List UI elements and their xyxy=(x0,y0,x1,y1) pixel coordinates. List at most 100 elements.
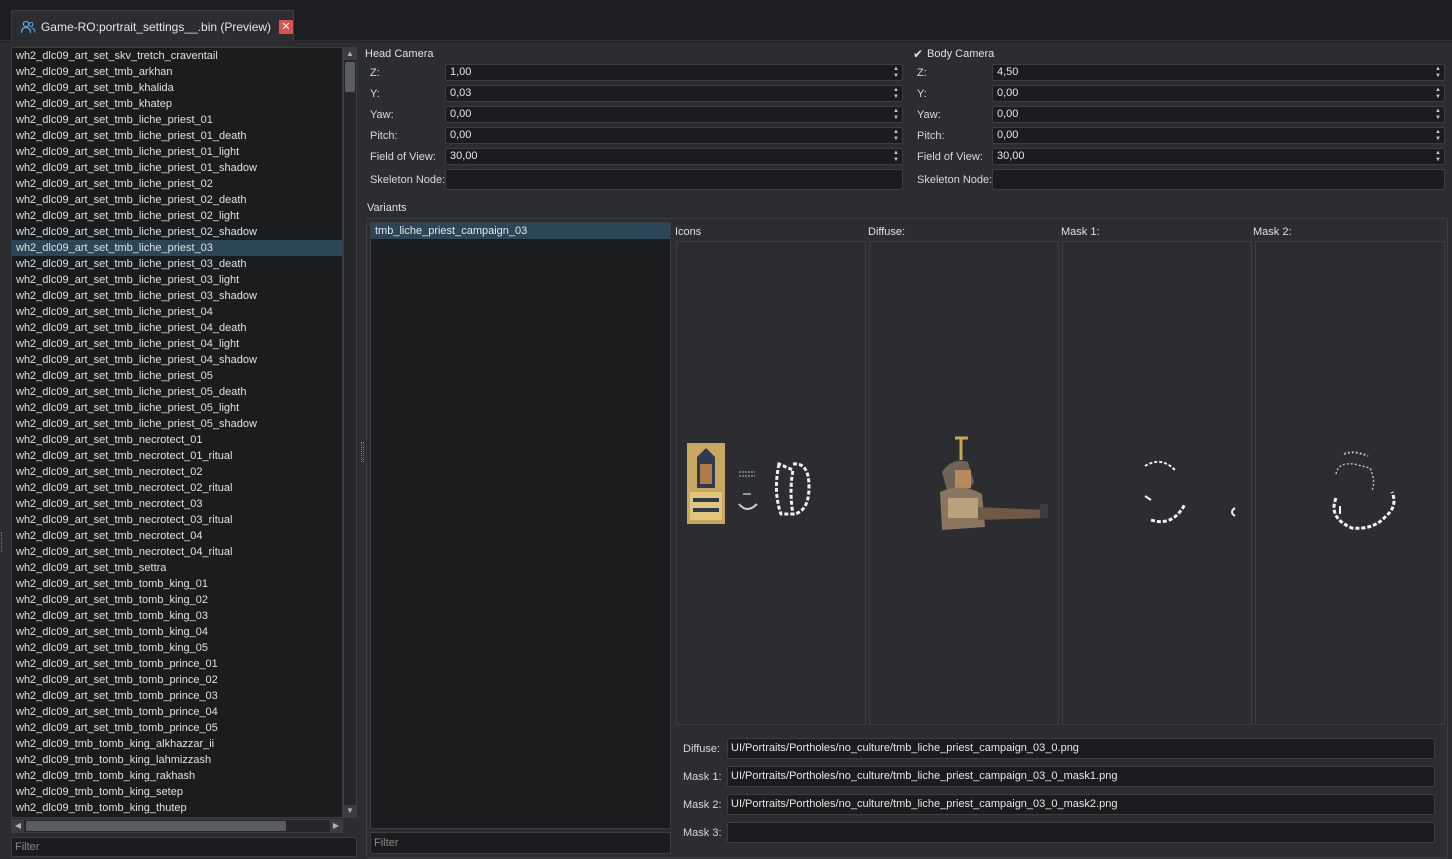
body-skeleton-node-input[interactable] xyxy=(992,169,1445,190)
list-item[interactable]: wh2_dlc09_art_set_tmb_liche_priest_05_sh… xyxy=(12,416,342,432)
list-item[interactable]: wh2_dlc09_art_set_tmb_liche_priest_05 xyxy=(12,368,342,384)
spin-arrows-icon[interactable]: ▲ ▼ xyxy=(891,150,901,163)
head-spinbox[interactable]: 1,00 ▲ ▼ xyxy=(445,64,903,81)
list-item[interactable]: wh2_dlc09_art_set_tmb_necrotect_03_ritua… xyxy=(12,512,342,528)
scroll-thumb[interactable] xyxy=(345,62,355,92)
body-field-label: Z: xyxy=(917,66,927,79)
list-item[interactable]: wh2_dlc09_art_set_tmb_tomb_king_03 xyxy=(12,608,342,624)
list-item[interactable]: wh2_dlc09_art_set_skv_tretch_craventail xyxy=(12,48,342,64)
head-field-row: Pitch: 0,00 ▲ ▼ xyxy=(365,125,905,146)
head-spinbox[interactable]: 30,00 ▲ ▼ xyxy=(445,148,903,165)
list-item[interactable]: wh2_dlc09_tmb_tomb_king_alkhazzar_ii xyxy=(12,736,342,752)
list-item[interactable]: wh2_dlc09_art_set_tmb_necrotect_04_ritua… xyxy=(12,544,342,560)
list-item[interactable]: wh2_dlc09_art_set_tmb_tomb_king_04 xyxy=(12,624,342,640)
head-spinbox[interactable]: 0,03 ▲ ▼ xyxy=(445,85,903,102)
head-skeleton-node-input[interactable] xyxy=(445,169,903,190)
mask3-path-input[interactable] xyxy=(727,822,1435,843)
scroll-left-icon[interactable]: ◀ xyxy=(12,820,24,832)
list-item[interactable]: wh2_dlc09_art_set_tmb_liche_priest_04_de… xyxy=(12,320,342,336)
body-spinbox[interactable]: 0,00 ▲ ▼ xyxy=(992,106,1445,123)
spin-arrows-icon[interactable]: ▲ ▼ xyxy=(891,87,901,100)
spin-arrows-icon[interactable]: ▲ ▼ xyxy=(891,129,901,142)
list-horizontal-scrollbar[interactable]: ◀ ▶ xyxy=(11,819,343,833)
spin-arrows-icon[interactable]: ▲ ▼ xyxy=(1433,108,1443,121)
spin-arrows-icon[interactable]: ▲ ▼ xyxy=(891,108,901,121)
mask2-path-input[interactable]: UI/Portraits/Portholes/no_culture/tmb_li… xyxy=(727,794,1435,815)
spin-arrows-icon[interactable]: ▲ ▼ xyxy=(1433,66,1443,79)
list-item[interactable]: wh2_dlc09_tmb_tomb_king_lahmizzash xyxy=(12,752,342,768)
list-item[interactable]: wh2_dlc09_art_set_tmb_liche_priest_01_sh… xyxy=(12,160,342,176)
body-camera-checkbox[interactable]: ✔ xyxy=(912,48,924,60)
list-item[interactable]: wh2_dlc09_art_set_tmb_arkhan xyxy=(12,64,342,80)
spin-arrows-icon[interactable]: ▲ ▼ xyxy=(1433,150,1443,163)
list-item[interactable]: wh2_dlc09_art_set_tmb_liche_priest_03_de… xyxy=(12,256,342,272)
spin-arrows-icon[interactable]: ▲ ▼ xyxy=(1433,87,1443,100)
skeleton-node-label: Skeleton Node: xyxy=(370,173,446,186)
list-item[interactable]: wh2_dlc09_art_set_tmb_tomb_prince_05 xyxy=(12,720,342,736)
list-item[interactable]: wh2_dlc09_art_set_tmb_liche_priest_05_de… xyxy=(12,384,342,400)
scroll-thumb-horizontal[interactable] xyxy=(26,821,286,831)
head-skeleton-row: Skeleton Node: xyxy=(365,167,905,192)
list-item[interactable]: wh2_dlc09_art_set_tmb_tomb_prince_04 xyxy=(12,704,342,720)
list-item[interactable]: wh2_dlc09_art_set_tmb_tomb_prince_02 xyxy=(12,672,342,688)
head-spinbox[interactable]: 0,00 ▲ ▼ xyxy=(445,106,903,123)
list-item[interactable]: wh2_dlc09_art_set_tmb_tomb_king_02 xyxy=(12,592,342,608)
list-item[interactable]: wh2_dlc09_art_set_tmb_liche_priest_03_li… xyxy=(12,272,342,288)
document-tab[interactable]: Game-RO:portrait_settings__.bin (Preview… xyxy=(11,10,294,42)
body-spinbox[interactable]: 0,00 ▲ ▼ xyxy=(992,85,1445,102)
spin-arrows-icon[interactable]: ▲ ▼ xyxy=(1433,129,1443,142)
list-item[interactable]: wh2_dlc09_art_set_tmb_tomb_king_01 xyxy=(12,576,342,592)
variant-list[interactable]: tmb_liche_priest_campaign_03 xyxy=(370,222,671,829)
list-item[interactable]: wh2_dlc09_art_set_tmb_tomb_prince_03 xyxy=(12,688,342,704)
art-set-list[interactable]: wh2_dlc09_art_set_skv_tretch_craventail w… xyxy=(11,47,343,818)
list-item[interactable]: wh2_dlc09_art_set_tmb_liche_priest_02_de… xyxy=(12,192,342,208)
list-item[interactable]: wh2_dlc09_art_set_tmb_tomb_prince_01 xyxy=(12,656,342,672)
list-item[interactable]: wh2_dlc09_art_set_tmb_liche_priest_04_li… xyxy=(12,336,342,352)
variant-filter-input[interactable]: Filter xyxy=(370,832,671,854)
list-item[interactable]: wh2_dlc09_art_set_tmb_necrotect_02_ritua… xyxy=(12,480,342,496)
head-spinbox[interactable]: 0,00 ▲ ▼ xyxy=(445,127,903,144)
list-item[interactable]: wh2_dlc09_art_set_tmb_necrotect_01 xyxy=(12,432,342,448)
list-item[interactable]: wh2_dlc09_art_set_tmb_liche_priest_02_li… xyxy=(12,208,342,224)
list-item[interactable]: wh2_dlc09_art_set_tmb_necrotect_04 xyxy=(12,528,342,544)
list-item[interactable]: wh2_dlc09_art_set_tmb_liche_priest_03_sh… xyxy=(12,288,342,304)
mask1-path-input[interactable]: UI/Portraits/Portholes/no_culture/tmb_li… xyxy=(727,766,1435,787)
tab-title: Game-RO:portrait_settings__.bin (Preview… xyxy=(40,19,272,34)
close-icon[interactable]: ✕ xyxy=(279,19,293,34)
list-item[interactable]: wh2_dlc09_art_set_tmb_settra xyxy=(12,560,342,576)
list-item[interactable]: wh2_dlc09_art_set_tmb_liche_priest_01 xyxy=(12,112,342,128)
scroll-right-icon[interactable]: ▶ xyxy=(330,820,342,832)
panel-resize-handle[interactable] xyxy=(1,532,3,552)
diffuse-path-input[interactable]: UI/Portraits/Portholes/no_culture/tmb_li… xyxy=(727,738,1435,759)
list-item[interactable]: wh2_dlc09_art_set_tmb_liche_priest_03 xyxy=(12,240,342,256)
list-item[interactable]: wh2_dlc09_art_set_tmb_liche_priest_01_de… xyxy=(12,128,342,144)
list-filter-input[interactable]: Filter xyxy=(11,837,357,857)
spin-arrows-icon[interactable]: ▲ ▼ xyxy=(891,66,901,79)
list-item[interactable]: wh2_dlc09_art_set_tmb_liche_priest_05_li… xyxy=(12,400,342,416)
list-item[interactable]: wh2_dlc09_art_set_tmb_liche_priest_04_sh… xyxy=(12,352,342,368)
head-camera-title: Head Camera xyxy=(365,48,434,60)
list-item[interactable]: wh2_dlc09_tmb_tomb_king_thutep xyxy=(12,800,342,816)
list-item[interactable]: wh2_dlc09_tmb_tomb_king_setep xyxy=(12,784,342,800)
splitter-handle[interactable] xyxy=(361,442,364,462)
body-spinbox[interactable]: 0,00 ▲ ▼ xyxy=(992,127,1445,144)
scroll-up-icon[interactable]: ▲ xyxy=(344,48,356,60)
head-field-label: Z: xyxy=(370,66,380,79)
body-spinbox[interactable]: 30,00 ▲ ▼ xyxy=(992,148,1445,165)
list-item[interactable]: wh2_dlc09_art_set_tmb_liche_priest_02_sh… xyxy=(12,224,342,240)
list-item[interactable]: wh2_dlc09_tmb_tomb_king_rakhash xyxy=(12,768,342,784)
scroll-down-icon[interactable]: ▼ xyxy=(344,805,356,817)
list-item[interactable]: wh2_dlc09_art_set_tmb_necrotect_01_ritua… xyxy=(12,448,342,464)
body-spinbox[interactable]: 4,50 ▲ ▼ xyxy=(992,64,1445,81)
list-item[interactable]: wh2_dlc09_art_set_tmb_necrotect_02 xyxy=(12,464,342,480)
list-item[interactable]: wh2_dlc09_art_set_tmb_liche_priest_01_li… xyxy=(12,144,342,160)
list-item[interactable]: wh2_dlc09_art_set_tmb_khatep xyxy=(12,96,342,112)
list-vertical-scrollbar[interactable]: ▲ ▼ xyxy=(343,47,357,818)
variant-item[interactable]: tmb_liche_priest_campaign_03 xyxy=(371,223,670,239)
list-item[interactable]: wh2_dlc09_art_set_tmb_liche_priest_02 xyxy=(12,176,342,192)
list-item[interactable]: wh2_dlc09_art_set_tmb_tomb_king_05 xyxy=(12,640,342,656)
list-item[interactable]: wh2_dlc09_art_set_tmb_liche_priest_04 xyxy=(12,304,342,320)
list-item[interactable]: wh2_dlc09_art_set_tmb_necrotect_03 xyxy=(12,496,342,512)
list-item[interactable]: wh2_dlc09_art_set_tmb_khalida xyxy=(12,80,342,96)
head-field-row: Z: 1,00 ▲ ▼ xyxy=(365,62,905,83)
